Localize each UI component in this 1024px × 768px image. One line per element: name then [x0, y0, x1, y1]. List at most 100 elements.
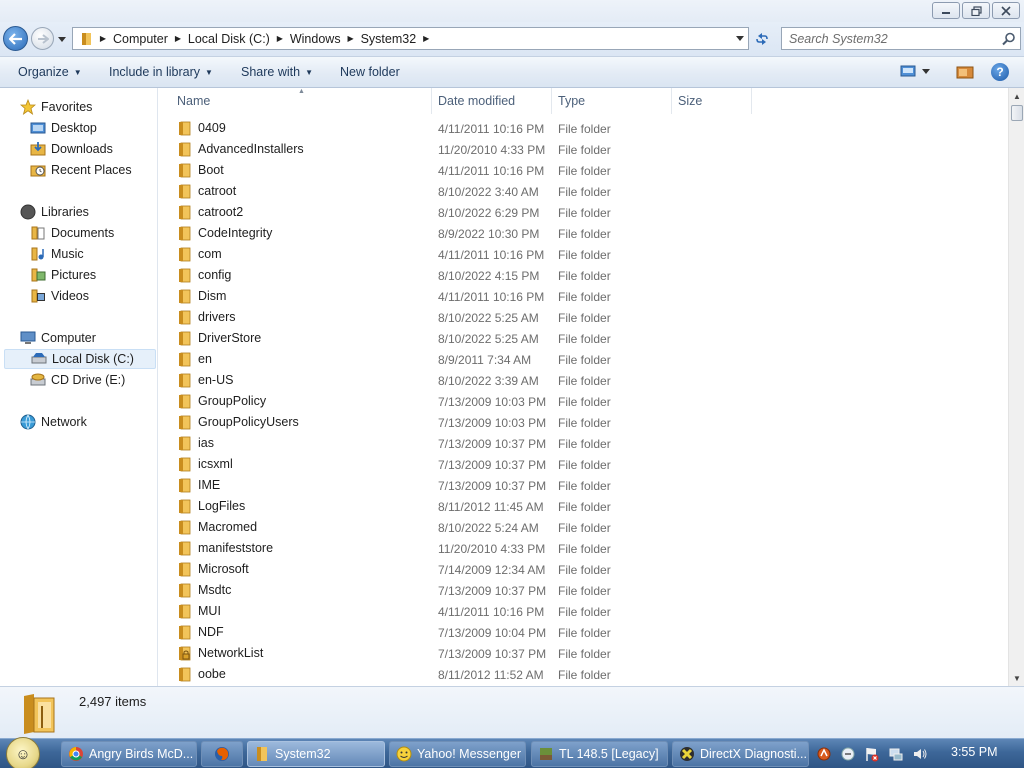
file-name[interactable]: Msdtc [198, 583, 231, 597]
nav-favorites[interactable]: Favorites [20, 97, 92, 117]
refresh-button[interactable] [752, 29, 772, 49]
file-name[interactable]: Boot [198, 163, 224, 177]
taskbar-item-directx[interactable]: DirectX Diagnosti... [672, 741, 809, 767]
table-row[interactable]: oobe 8/11/2012 11:52 AM File folder [159, 664, 1008, 685]
file-name[interactable]: DriverStore [198, 331, 261, 345]
nav-music[interactable]: Music [30, 244, 84, 264]
nav-recent-places[interactable]: Recent Places [30, 160, 132, 180]
nav-cd-drive[interactable]: CD Drive (E:) [30, 370, 125, 390]
breadcrumb-separator[interactable]: ▶ [345, 34, 357, 43]
column-divider[interactable] [671, 88, 672, 114]
column-divider[interactable] [751, 88, 752, 114]
file-name[interactable]: Dism [198, 289, 226, 303]
table-row[interactable]: drivers 8/10/2022 5:25 AM File folder [159, 307, 1008, 328]
help-button[interactable]: ? [991, 63, 1009, 81]
table-row[interactable]: Boot 4/11/2011 10:16 PM File folder [159, 160, 1008, 181]
nav-pictures[interactable]: Pictures [30, 265, 96, 285]
network-status-icon[interactable] [887, 745, 905, 763]
scroll-down-button[interactable]: ▼ [1009, 670, 1024, 686]
column-header-date-modified[interactable]: Date modified [438, 94, 515, 108]
minimize-button[interactable] [932, 2, 960, 19]
address-box[interactable]: ▶ Computer ▶ Local Disk (C:) ▶ Windows ▶… [72, 27, 749, 50]
taskbar-item-chrome[interactable]: Angry Birds McD... [61, 741, 197, 767]
table-row[interactable]: ias 7/13/2009 10:37 PM File folder [159, 433, 1008, 454]
share-with-menu[interactable]: Share with ▼ [241, 65, 313, 79]
table-row[interactable]: GroupPolicy 7/13/2009 10:03 PM File folder [159, 391, 1008, 412]
file-name[interactable]: GroupPolicy [198, 394, 266, 408]
file-name[interactable]: NetworkList [198, 646, 263, 660]
file-name[interactable]: GroupPolicyUsers [198, 415, 299, 429]
nav-computer[interactable]: Computer [20, 328, 96, 348]
file-name[interactable]: drivers [198, 310, 236, 324]
volume-icon[interactable] [911, 745, 929, 763]
file-name[interactable]: icsxml [198, 457, 233, 471]
table-row[interactable]: Msdtc 7/13/2009 10:37 PM File folder [159, 580, 1008, 601]
file-name[interactable]: NDF [198, 625, 224, 639]
breadcrumb-computer[interactable]: Computer [109, 28, 172, 49]
organize-menu[interactable]: Organize ▼ [18, 65, 82, 79]
nav-libraries[interactable]: Libraries [20, 202, 89, 222]
include-in-library-menu[interactable]: Include in library ▼ [109, 65, 213, 79]
table-row[interactable]: catroot2 8/10/2022 6:29 PM File folder [159, 202, 1008, 223]
table-row[interactable]: GroupPolicyUsers 7/13/2009 10:03 PM File f… [159, 412, 1008, 433]
table-row[interactable]: IME 7/13/2009 10:37 PM File folder [159, 475, 1008, 496]
table-row[interactable]: Microsoft 7/14/2009 12:34 AM File folder [159, 559, 1008, 580]
column-header-type[interactable]: Type [558, 94, 585, 108]
table-row[interactable]: CodeIntegrity 8/9/2022 10:30 PM File folde… [159, 223, 1008, 244]
file-name[interactable]: AdvancedInstallers [198, 142, 304, 156]
table-row[interactable]: Macromed 8/10/2022 5:24 AM File folder [159, 517, 1008, 538]
file-name[interactable]: en-US [198, 373, 233, 387]
tray-app-icon[interactable] [815, 745, 833, 763]
nav-desktop[interactable]: Desktop [30, 118, 97, 138]
nav-videos[interactable]: Videos [30, 286, 89, 306]
tray-minus-icon[interactable] [839, 745, 857, 763]
breadcrumb-system32[interactable]: System32 [357, 28, 421, 49]
change-view-button[interactable] [900, 65, 930, 77]
preview-pane-button[interactable] [956, 66, 974, 82]
taskbar-item-yahoo-messenger[interactable]: Yahoo! Messenger [389, 741, 526, 767]
file-name[interactable]: Microsoft [198, 562, 249, 576]
recent-pages-dropdown[interactable] [57, 34, 67, 44]
address-history-dropdown[interactable] [734, 32, 746, 45]
column-header-size[interactable]: Size [678, 94, 702, 108]
file-name[interactable]: catroot [198, 184, 236, 198]
file-name[interactable]: en [198, 352, 212, 366]
clock[interactable]: 3:55 PM [951, 745, 998, 759]
file-name[interactable]: IME [198, 478, 220, 492]
table-row[interactable]: catroot 8/10/2022 3:40 AM File folder [159, 181, 1008, 202]
breadcrumb-separator[interactable]: ▶ [420, 34, 432, 43]
table-row[interactable]: Dism 4/11/2011 10:16 PM File folder [159, 286, 1008, 307]
forward-button[interactable] [31, 27, 54, 50]
nav-documents[interactable]: Documents [30, 223, 114, 243]
file-name[interactable]: catroot2 [198, 205, 243, 219]
table-row[interactable]: NetworkList 7/13/2009 10:37 PM File folder [159, 643, 1008, 664]
breadcrumb-separator[interactable]: ▶ [172, 34, 184, 43]
file-name[interactable]: com [198, 247, 222, 261]
table-row[interactable]: en-US 8/10/2022 3:39 AM File folder [159, 370, 1008, 391]
table-row[interactable]: MUI 4/11/2011 10:16 PM File folder [159, 601, 1008, 622]
taskbar-item-system32[interactable]: System32 [247, 741, 385, 767]
nav-network[interactable]: Network [20, 412, 87, 432]
scroll-thumb[interactable] [1011, 105, 1023, 121]
file-name[interactable]: manifeststore [198, 541, 273, 555]
taskbar-item-firefox[interactable] [201, 741, 243, 767]
table-row[interactable]: icsxml 7/13/2009 10:37 PM File folder [159, 454, 1008, 475]
breadcrumb-local-disk[interactable]: Local Disk (C:) [184, 28, 274, 49]
file-name[interactable]: LogFiles [198, 499, 245, 513]
table-row[interactable]: LogFiles 8/11/2012 11:45 AM File folder [159, 496, 1008, 517]
breadcrumb-separator[interactable]: ▶ [274, 34, 286, 43]
taskbar-item-minecraft[interactable]: TL 148.5 [Legacy] [531, 741, 668, 767]
breadcrumb-separator[interactable]: ▶ [97, 34, 109, 43]
file-name[interactable]: oobe [198, 667, 226, 681]
vertical-scrollbar[interactable]: ▲ ▼ [1008, 88, 1024, 686]
table-row[interactable]: com 4/11/2011 10:16 PM File folder [159, 244, 1008, 265]
table-row[interactable]: en 8/9/2011 7:34 AM File folder [159, 349, 1008, 370]
table-row[interactable]: config 8/10/2022 4:15 PM File folder [159, 265, 1008, 286]
table-row[interactable]: DriverStore 8/10/2022 5:25 AM File folder [159, 328, 1008, 349]
file-name[interactable]: Macromed [198, 520, 257, 534]
action-center-flag-icon[interactable] [863, 745, 881, 763]
file-name[interactable]: ias [198, 436, 214, 450]
nav-local-disk[interactable]: Local Disk (C:) [4, 349, 156, 369]
table-row[interactable]: AdvancedInstallers 11/20/2010 4:33 PM File… [159, 139, 1008, 160]
file-name[interactable]: 0409 [198, 121, 226, 135]
